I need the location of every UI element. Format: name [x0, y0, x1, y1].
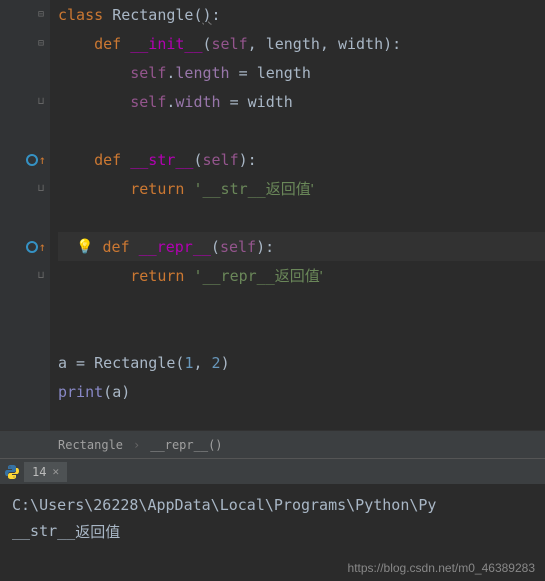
lightbulb-icon[interactable]: 💡	[76, 239, 93, 255]
breadcrumb-item[interactable]: __repr__()	[150, 438, 222, 452]
gutter: ⊟ ⊟ ⊔ ↑ ⊔ ↑ ⊔	[0, 0, 50, 430]
override-icon[interactable]	[25, 240, 39, 254]
python-icon	[4, 464, 20, 480]
fold-end-icon: ⊔	[36, 271, 46, 281]
fold-end-icon: ⊔	[36, 184, 46, 194]
run-tab-bar: 14 ✕	[0, 458, 545, 484]
current-line: 💡 def __repr__(self):	[58, 232, 545, 261]
terminal-line: C:\Users\26228\AppData\Local\Programs\Py…	[12, 492, 533, 518]
keyword: def	[94, 35, 121, 53]
builtin: print	[58, 383, 103, 401]
breadcrumb-item[interactable]: Rectangle	[58, 438, 123, 452]
keyword: return	[130, 267, 184, 285]
keyword: def	[103, 238, 130, 256]
class-name: Rectangle	[112, 6, 193, 24]
code-area[interactable]: class Rectangle(): def __init__(self, le…	[50, 0, 545, 430]
keyword: def	[94, 151, 121, 169]
close-icon[interactable]: ✕	[52, 465, 59, 478]
tab-label: 14	[32, 465, 46, 479]
keyword: class	[58, 6, 103, 24]
fold-end-icon: ⊔	[36, 97, 46, 107]
override-icon[interactable]	[25, 153, 39, 167]
code-editor[interactable]: ⊟ ⊟ ⊔ ↑ ⊔ ↑ ⊔ class Rectangle(): def __i…	[0, 0, 545, 430]
function-name: __repr__	[139, 238, 211, 256]
function-name: __str__	[130, 151, 193, 169]
fold-icon[interactable]: ⊟	[36, 39, 46, 49]
keyword: return	[130, 180, 184, 198]
watermark: https://blog.csdn.net/m0_46389283	[348, 561, 535, 575]
terminal-line: __str__返回值	[12, 518, 533, 544]
arrow-up-icon: ↑	[39, 153, 46, 167]
function-name: __init__	[130, 35, 202, 53]
fold-icon[interactable]: ⊟	[36, 10, 46, 20]
chevron-right-icon: ›	[133, 438, 140, 452]
breadcrumb[interactable]: Rectangle › __repr__()	[0, 430, 545, 458]
arrow-up-icon: ↑	[39, 240, 46, 254]
run-tab[interactable]: 14 ✕	[24, 462, 67, 482]
